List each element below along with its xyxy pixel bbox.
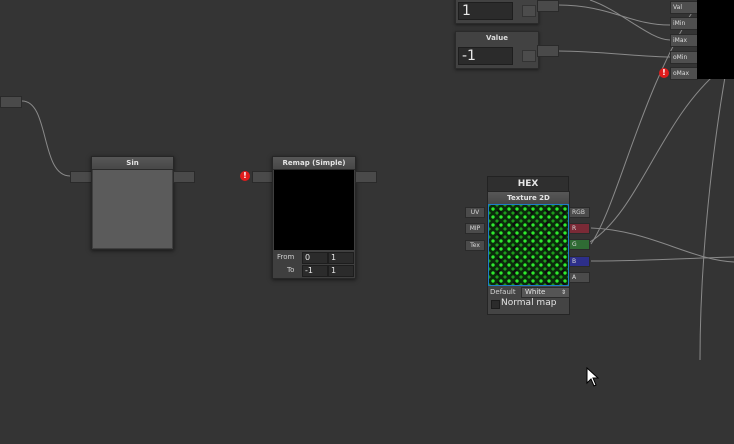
tex-input-tex[interactable]: Tex	[465, 240, 485, 251]
remap-to-row: To -1 1	[274, 264, 354, 277]
remap-from-row: From 0 1	[274, 251, 354, 264]
chevron-updown-icon: ⇕	[560, 289, 566, 296]
tex-output-b[interactable]: B	[569, 256, 590, 267]
sin-node-title: Sin	[92, 157, 173, 170]
sin-output-port[interactable]	[173, 171, 195, 183]
texture-preview[interactable]	[488, 204, 569, 286]
normal-map-label: Normal map	[501, 298, 557, 308]
value-top-grip[interactable]	[522, 5, 536, 17]
sin-input-port[interactable]	[70, 171, 92, 183]
remap-input-omax[interactable]: oMax	[670, 67, 698, 80]
remap-input-omin[interactable]: oMin	[670, 51, 698, 64]
error-icon[interactable]: !	[240, 171, 250, 181]
value-node[interactable]: Value -1	[455, 31, 539, 69]
wire-b-out	[590, 256, 734, 262]
value-node-field[interactable]: -1	[458, 47, 513, 65]
remap-from-a-field[interactable]: 0	[302, 252, 328, 264]
tex-output-a[interactable]: A	[569, 272, 590, 283]
remap-from-b-field[interactable]: 1	[328, 252, 354, 264]
remap-node[interactable]: Remap (Simple) From 0 1 To -1 1	[272, 156, 356, 279]
remap-preview	[274, 170, 354, 250]
value-top-field[interactable]: 1	[458, 2, 513, 20]
wire-r-out	[590, 227, 734, 263]
remap-to-a-field[interactable]: -1	[302, 265, 328, 277]
wire-right-up	[699, 29, 734, 361]
remap-to-b-field[interactable]: 1	[328, 265, 354, 277]
tex-output-rgb[interactable]: RGB	[569, 207, 590, 218]
remap-node-title: Remap (Simple)	[273, 157, 355, 170]
sin-preview	[93, 170, 172, 248]
error-icon[interactable]: !	[659, 68, 669, 78]
value-top-output-port[interactable]	[537, 0, 559, 12]
texture-default-label: Default	[490, 288, 516, 296]
tex-output-g[interactable]: G	[569, 239, 590, 250]
wire-right-bend	[589, 69, 721, 243]
remap-output-port[interactable]	[355, 171, 377, 183]
remap-input-imax[interactable]: iMax	[670, 34, 698, 47]
texture-2d-node[interactable]: Texture 2D Default White ⇕ Normal map	[487, 191, 570, 315]
normal-map-checkbox[interactable]	[491, 300, 500, 309]
value-node-grip[interactable]	[522, 50, 536, 62]
wire-left-to-sin	[21, 100, 71, 177]
remap-from-label: From	[277, 253, 295, 261]
remap-input-imin[interactable]: iMin	[670, 17, 698, 30]
texture-default-value: White	[525, 288, 546, 296]
value-node-title: Value	[486, 34, 508, 42]
left-edge-output-port[interactable]	[0, 96, 22, 108]
wire-value-node	[557, 50, 671, 58]
texture-default-dropdown[interactable]: White ⇕	[521, 287, 570, 298]
sin-node[interactable]: Sin	[91, 156, 174, 250]
value-node-top[interactable]: 1	[455, 0, 539, 24]
wire-top-right-a	[589, 0, 671, 41]
remap-input-val[interactable]: Val	[670, 1, 698, 14]
tex-input-uv[interactable]: UV	[465, 207, 485, 218]
wire-value-top	[557, 4, 671, 26]
right-node-preview	[697, 0, 734, 79]
tex-input-mip[interactable]: MIP	[465, 223, 485, 234]
remap-input-port[interactable]	[252, 171, 274, 183]
mouse-cursor-icon	[586, 367, 600, 387]
value-node-output-port[interactable]	[537, 45, 559, 57]
tex-output-r[interactable]: R	[569, 223, 590, 234]
hex-group-header[interactable]: HEX	[487, 176, 569, 192]
texture-2d-title: Texture 2D	[488, 192, 569, 205]
